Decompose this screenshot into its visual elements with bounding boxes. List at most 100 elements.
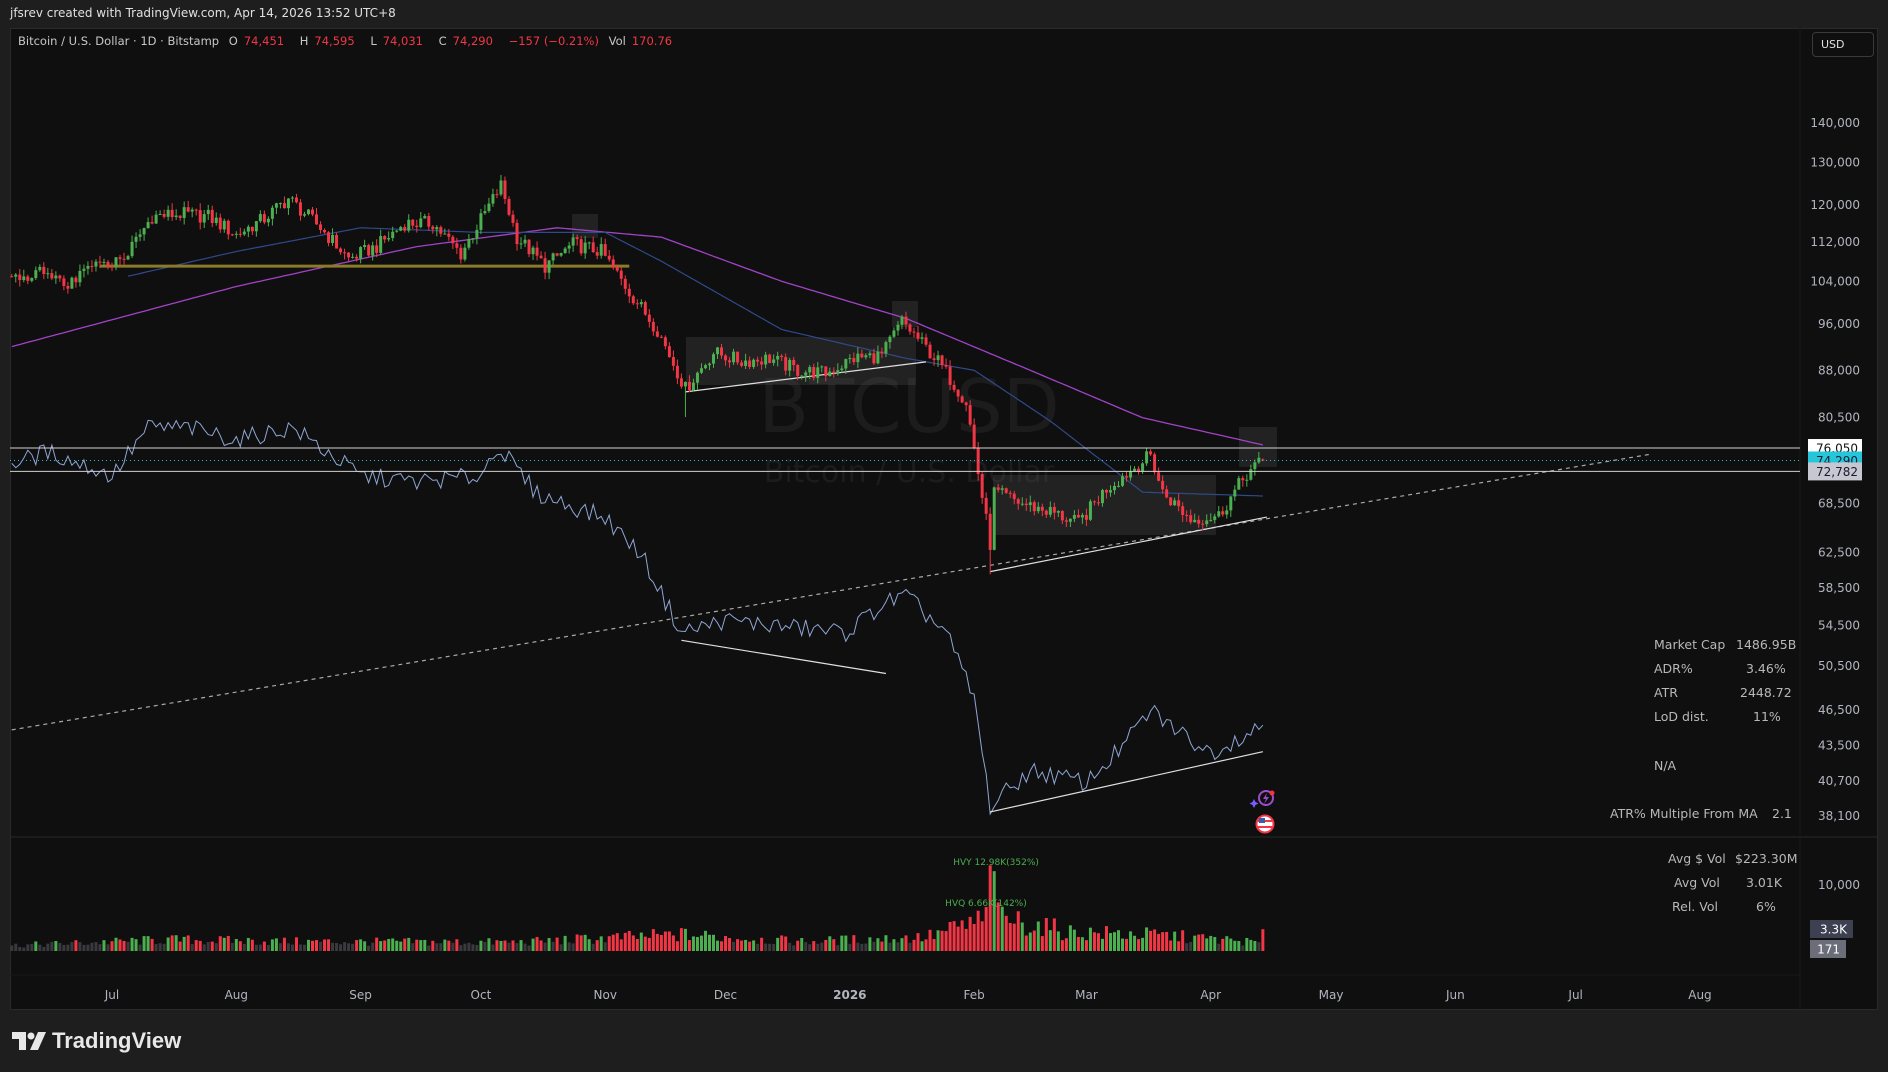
candle-body [1161,480,1165,490]
volume-bar [800,938,804,951]
price-tick-label: 120,000 [1810,198,1860,212]
candle-body [327,232,331,243]
volume-bar [920,941,924,951]
candle [38,264,42,272]
volume-bar [499,940,503,951]
volume-bar [675,941,679,951]
candle [70,276,74,289]
candle-body [198,210,202,223]
volume-bar [579,935,583,951]
candle-body [266,218,270,223]
volume-bar [323,939,327,951]
candle [383,235,387,244]
volume-bar [992,871,996,951]
candle [359,246,363,264]
candle-body [543,258,547,273]
candle [62,275,66,291]
volume-bar [1012,923,1016,951]
candle-body [936,355,940,361]
candle [170,203,174,221]
candle-body [1004,488,1008,493]
symbol-title[interactable]: Bitcoin / U.S. Dollar · 1D · Bitstamp [18,34,219,48]
candle-body [1121,476,1125,486]
candle-body [78,270,82,283]
candle [86,261,90,275]
candle-body [246,226,250,232]
candle-body [471,238,475,240]
volume-bar [319,941,323,951]
volume-bar [860,943,864,951]
market-cap-value: 1486.95B [1736,637,1797,652]
candle-body [740,362,744,366]
candle [631,294,635,306]
candle-body [1165,489,1169,498]
candle-body [804,372,808,376]
volume-bar [724,936,728,951]
candle-body [70,277,74,289]
candle [1249,464,1253,481]
price-tick-label: 104,000 [1810,274,1860,288]
candle-body [908,324,912,332]
price-tick-label: 38,100 [1818,809,1860,823]
volume-bar [1108,933,1112,951]
candle [559,252,563,257]
candle-body [495,194,499,196]
volume-bar [1229,938,1233,951]
candle-body [1113,485,1116,491]
us-flag-event-icon[interactable] [1255,814,1275,834]
candle-body [423,216,427,219]
volume-bar [884,935,888,951]
trendline-compare-low-nov [681,639,887,675]
candle-body [1068,518,1072,522]
tradingview-logo[interactable]: TradingView [12,1028,181,1054]
volume-bar [1016,911,1020,951]
volume-bar [134,939,138,951]
candle-body [932,358,936,361]
volume-bar [960,920,964,951]
currency-button[interactable]: USD [1812,32,1874,57]
candle [531,245,535,260]
volume-value: 170.76 [631,34,673,48]
volume-bar [523,943,527,951]
volume-bar [367,945,371,951]
candle-body [720,347,724,356]
candle [387,231,391,242]
candle-body [868,353,872,356]
volume-bar [912,939,916,951]
volume-bar [615,933,619,951]
volume-bar [242,943,246,951]
candle [242,228,246,236]
candle-body [796,365,800,376]
candle [379,229,383,255]
candle-body [415,225,419,228]
volume-bar [908,942,912,951]
volume-bar [343,942,347,951]
volume-bar [535,936,539,951]
candle-body [182,207,186,218]
volume-bar [728,938,732,951]
volume-bar [663,931,667,951]
candle-body [996,487,1000,490]
candle [643,300,647,316]
volume-bar [1157,933,1161,951]
volume-bar [780,935,784,951]
candle [463,243,467,262]
earnings-event-icon[interactable] [1249,790,1275,809]
volume-bar [900,938,904,951]
candle [126,254,130,261]
volume-bar [732,941,736,951]
candle-body [14,274,18,277]
candle-body [623,278,627,289]
volume-bar [327,939,331,951]
candle [455,237,459,255]
candle-body [703,365,707,369]
candle [90,260,94,273]
candle [415,219,419,233]
low-value: 74,031 [382,34,423,48]
candle-body [222,220,226,230]
price-chart[interactable]: BTCUSDBitcoin / U.S. Dollar HVY 12.98K(35… [0,0,1888,1072]
candle-body [1044,510,1048,515]
volume-bar [1233,940,1237,951]
candle-body [920,337,924,339]
candle [34,266,38,280]
